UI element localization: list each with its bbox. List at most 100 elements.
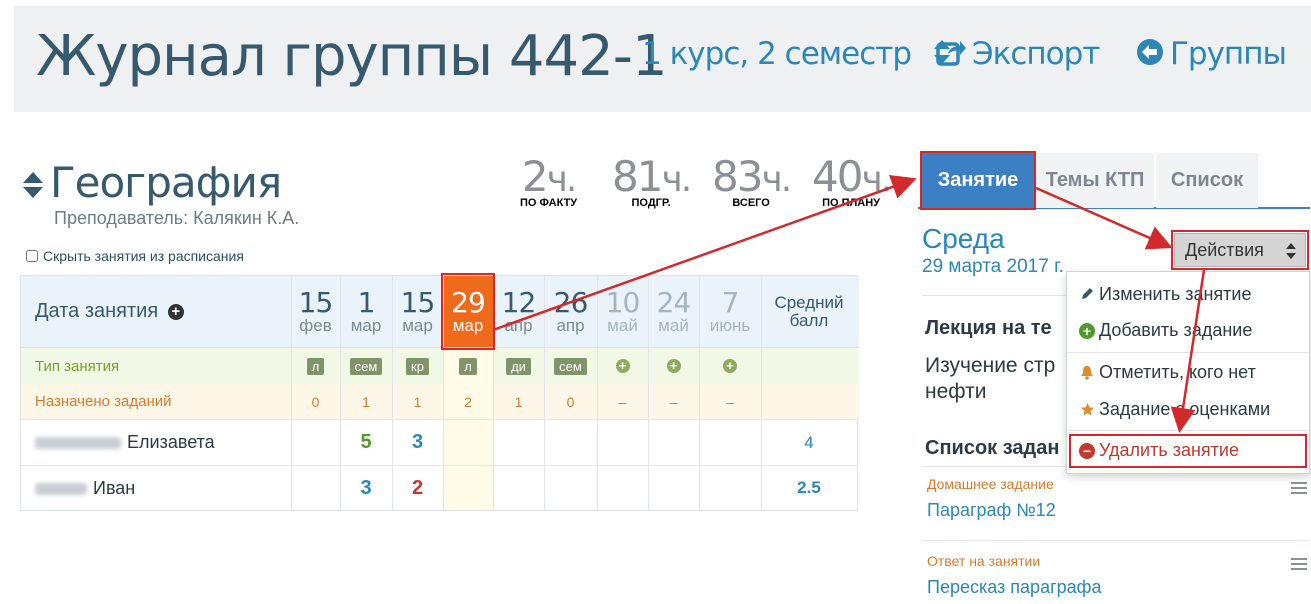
- lesson-type-cell[interactable]: +: [597, 348, 648, 384]
- date-month: мар: [402, 316, 433, 335]
- menu-item-mark-absent[interactable]: Отметить, кого нет: [1079, 362, 1256, 383]
- add-type-icon[interactable]: +: [666, 359, 681, 373]
- hide-lessons-checkbox[interactable]: [26, 250, 38, 262]
- column-divider: [699, 276, 700, 510]
- grade-cell[interactable]: [443, 466, 493, 510]
- export-link[interactable]: Экспорт: [936, 36, 1100, 74]
- lesson-type-cell[interactable]: л: [291, 348, 340, 384]
- date-month: мар: [452, 316, 484, 335]
- lesson-type-cell[interactable]: сем: [544, 348, 597, 384]
- hours-total-value: 83: [712, 152, 763, 201]
- grade-cell[interactable]: 5: [340, 420, 392, 465]
- student-row: Елизавета 5 3 4: [21, 420, 859, 466]
- task-link[interactable]: Пересказ параграфа: [927, 577, 1102, 598]
- subject-title[interactable]: География: [22, 158, 282, 210]
- date-column-header[interactable]: 7 июнь: [699, 276, 761, 347]
- menu-item-edit-lesson[interactable]: Изменить занятие: [1079, 284, 1251, 305]
- hours-actual: 2ч. ПО ФАКТУ: [520, 156, 578, 210]
- date-column-header[interactable]: 29 мар: [443, 276, 493, 347]
- lesson-type-badge: л: [459, 357, 477, 375]
- menu-item-label: Изменить занятие: [1099, 284, 1252, 304]
- tasks-heading: Список задан: [925, 437, 1060, 459]
- blurred-surname: [35, 482, 87, 495]
- journal-table: Дата занятия + 15 фев 1 мар 15 мар 29 мар 12 апр 2…: [20, 275, 859, 511]
- date-header-cell[interactable]: Дата занятия +: [21, 276, 291, 347]
- add-type-icon[interactable]: +: [615, 359, 630, 373]
- date-column-header[interactable]: 15 фев: [291, 276, 340, 347]
- lesson-type-cell[interactable]: +: [648, 348, 699, 384]
- assigned-tasks-count: –: [726, 393, 734, 410]
- column-divider: [340, 276, 341, 510]
- menu-item-graded-task[interactable]: Задание с оценками: [1079, 399, 1270, 420]
- grade-cell[interactable]: 3: [340, 466, 392, 510]
- grade-cell[interactable]: [544, 420, 597, 465]
- average-value: 4: [804, 432, 814, 452]
- lesson-type-cell[interactable]: л: [443, 348, 493, 384]
- tab-list[interactable]: Список: [1156, 153, 1258, 208]
- student-name-cell[interactable]: Иван: [21, 466, 291, 510]
- menu-item-label: Удалить занятие: [1099, 440, 1239, 460]
- date-column-header[interactable]: 24 май: [648, 276, 699, 347]
- date-column-header[interactable]: 1 мар: [340, 276, 392, 347]
- grade-cell[interactable]: [648, 420, 699, 465]
- grade-cell[interactable]: [597, 466, 648, 510]
- grade-cell[interactable]: [648, 466, 699, 510]
- course-selector[interactable]: 1 курс, 2 семестр: [642, 36, 952, 74]
- date-column-header[interactable]: 12 апр: [493, 276, 544, 347]
- column-divider: [761, 276, 762, 510]
- lesson-type-row: Тип занятия л сем кр л ди сем + + +: [21, 348, 859, 384]
- add-lesson-icon[interactable]: +: [167, 303, 184, 320]
- date-column-header[interactable]: 10 май: [597, 276, 648, 347]
- actions-button[interactable]: Действия: [1174, 233, 1306, 267]
- grade-cell[interactable]: 2: [392, 466, 443, 510]
- lesson-type-cell[interactable]: сем: [340, 348, 392, 384]
- hours-actual-value: 2: [521, 152, 549, 201]
- sort-icon: [22, 161, 44, 210]
- grade-cell[interactable]: [699, 420, 761, 465]
- menu-item-label: Задание с оценками: [1099, 399, 1271, 419]
- hours-subgroup-unit: ч.: [661, 159, 692, 200]
- grade-cell[interactable]: 3: [392, 420, 443, 465]
- grade-cell[interactable]: [493, 466, 544, 510]
- student-name-cell[interactable]: Елизавета: [21, 420, 291, 465]
- grade-cell[interactable]: [544, 466, 597, 510]
- grade-cell[interactable]: [597, 420, 648, 465]
- hide-lessons-option[interactable]: Скрыть занятия из расписания: [26, 248, 244, 264]
- tab-lesson[interactable]: Занятие: [922, 153, 1034, 208]
- grade-cell[interactable]: [291, 466, 340, 510]
- star-icon: [1079, 402, 1095, 418]
- date-column-header[interactable]: 15 мар: [392, 276, 443, 347]
- lesson-type-cell[interactable]: ди: [493, 348, 544, 384]
- menu-item-label: Отметить, кого нет: [1099, 362, 1256, 382]
- column-divider: [597, 276, 598, 510]
- add-type-icon[interactable]: +: [723, 359, 737, 373]
- lesson-type-cell[interactable]: +: [699, 348, 761, 384]
- hours-actual-caption: ПО ФАКТУ: [520, 197, 578, 209]
- menu-item-delete-lesson[interactable]: − Удалить занятие: [1079, 440, 1239, 461]
- grade-cell[interactable]: [699, 466, 761, 510]
- divider: [922, 540, 1308, 541]
- grade-cell[interactable]: [443, 420, 493, 465]
- date-month: мар: [350, 316, 382, 335]
- groups-link[interactable]: Группы: [1136, 36, 1287, 74]
- hours-plan-value: 40: [812, 152, 863, 201]
- hours-total: 83ч. ВСЕГО: [712, 156, 792, 210]
- assigned-tasks-label-cell: Назначено заданий: [21, 384, 291, 419]
- average-header-line1: Средний: [774, 292, 844, 312]
- drag-handle-icon[interactable]: [1291, 482, 1307, 497]
- grade-cell[interactable]: [493, 420, 544, 465]
- tab-ktp-topics[interactable]: Темы КТП: [1036, 153, 1154, 208]
- task-link[interactable]: Параграф №12: [927, 500, 1056, 521]
- grade-cell[interactable]: [291, 420, 340, 465]
- assigned-tasks-cell: 1: [392, 384, 443, 419]
- subject-name: География: [50, 158, 282, 207]
- assigned-tasks-row: Назначено заданий 0 1 1 2 1 0 – – –: [21, 384, 859, 420]
- lesson-type-cell[interactable]: кр: [392, 348, 443, 384]
- assigned-tasks-cell: –: [699, 384, 761, 419]
- date-column-header[interactable]: 26 апр: [544, 276, 597, 347]
- date-day: 10: [605, 286, 641, 319]
- groups-label: Группы: [1170, 36, 1287, 72]
- hours-actual-unit: ч.: [546, 159, 578, 200]
- drag-handle-icon[interactable]: [1291, 558, 1307, 573]
- menu-item-add-task[interactable]: + Добавить задание: [1079, 320, 1252, 341]
